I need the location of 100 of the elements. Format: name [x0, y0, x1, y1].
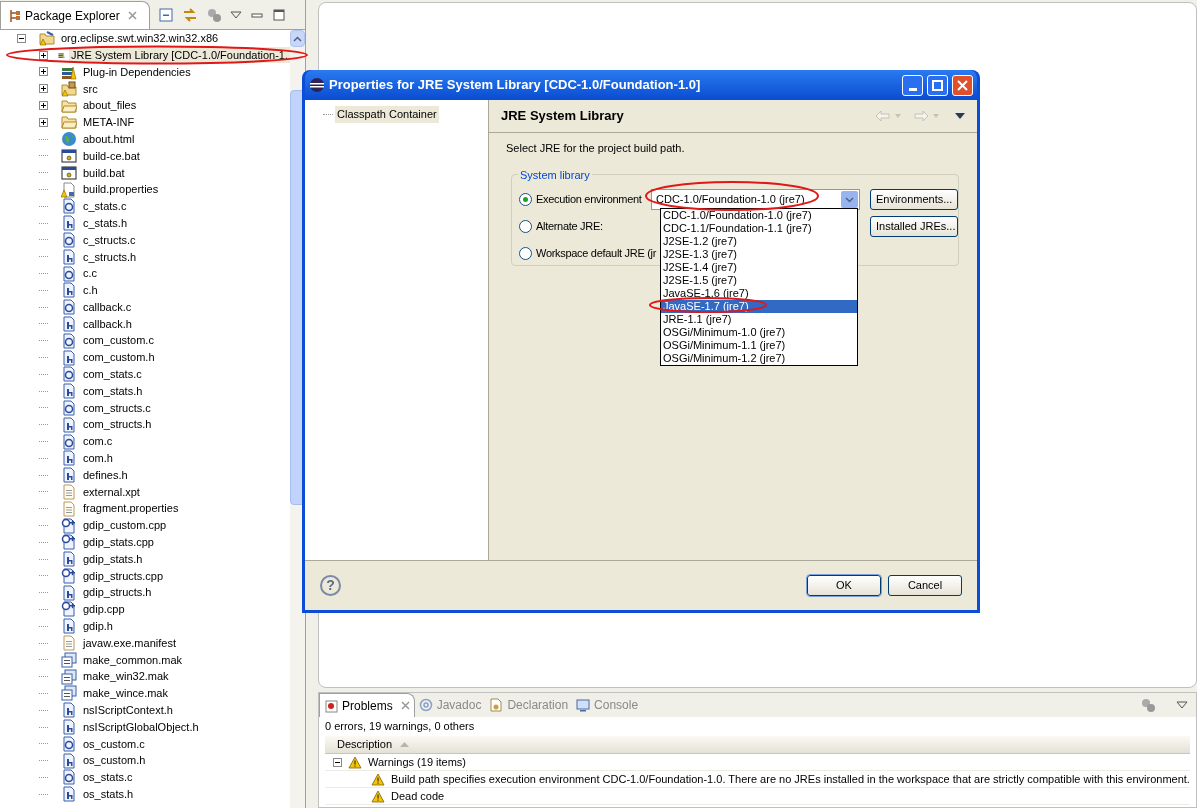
tree-item[interactable]: com.h — [81, 450, 115, 467]
dialog-button[interactable]: Cancel — [888, 575, 962, 596]
maximize-icon[interactable] — [272, 8, 286, 22]
tree-item[interactable]: c.h — [81, 282, 100, 299]
side-button[interactable]: Installed JREs... — [870, 216, 958, 237]
source-file-icon — [61, 299, 77, 316]
monitor-icon — [576, 698, 591, 712]
dropdown-option[interactable]: J2SE-1.5 (jre7) — [661, 274, 857, 287]
collapse-all-icon[interactable] — [158, 7, 174, 23]
tree-item[interactable]: META-INF — [81, 114, 137, 131]
tree-item[interactable]: nsIScriptContext.h — [81, 702, 175, 719]
tree-item[interactable]: gdip_stats.h — [81, 550, 145, 568]
radio-button[interactable] — [519, 247, 532, 260]
tree-item[interactable]: gdip_structs.h — [81, 584, 154, 601]
tree-item[interactable]: make_common.mak — [81, 651, 185, 669]
view-tab[interactable]: Package Explorer — [0, 1, 150, 29]
tree-item[interactable]: com_custom.c — [81, 332, 156, 349]
dropdown-option[interactable]: OSGi/Minimum-1.1 (jre7) — [661, 339, 857, 352]
nav-item[interactable]: Classpath Container — [335, 106, 439, 123]
tree-item[interactable]: defines.h — [81, 466, 130, 484]
tree-item[interactable]: make_win32.mak — [81, 668, 171, 685]
tree-item[interactable]: src — [81, 80, 100, 98]
view-menu-icon[interactable] — [1176, 700, 1188, 710]
tree-item[interactable]: com_structs.h — [81, 416, 154, 433]
expand-toggle[interactable] — [39, 67, 48, 77]
tree-item[interactable]: c_stats.c — [81, 198, 129, 215]
header-file-icon — [61, 416, 77, 433]
dropdown-option[interactable]: CDC-1.0/Foundation-1.0 (jre7) — [661, 209, 857, 222]
source-file-icon — [61, 332, 77, 349]
tree-item[interactable]: c_structs.c — [81, 231, 138, 249]
column-header[interactable]: Description — [337, 736, 393, 753]
expand-toggle[interactable] — [39, 117, 48, 127]
tree-item[interactable]: c_stats.h — [81, 214, 130, 232]
scroll-up-icon[interactable] — [293, 35, 302, 42]
radio-button[interactable] — [519, 220, 532, 233]
dropdown-option[interactable]: OSGi/Minimum-1.0 (jre7) — [661, 326, 857, 339]
header-file-icon — [61, 282, 77, 299]
dropdown-option[interactable]: J2SE-1.4 (jre7) — [661, 261, 857, 274]
expand-toggle[interactable] — [39, 84, 48, 94]
problem-description[interactable]: Dead code — [391, 787, 445, 805]
tree-item[interactable]: com_structs.c — [81, 399, 153, 417]
help-button[interactable]: ? — [320, 575, 341, 596]
expand-toggle[interactable] — [39, 50, 48, 60]
tree-item[interactable]: c_structs.h — [81, 248, 139, 265]
tree-item[interactable]: os_custom.h — [81, 752, 148, 769]
dropdown-option[interactable]: CDC-1.1/Foundation-1.1 (jre7) — [661, 222, 857, 235]
makefile-icon — [61, 668, 77, 685]
tree-item[interactable]: callback.c — [81, 298, 134, 316]
tree-item[interactable]: com_stats.c — [81, 366, 144, 383]
tree-item[interactable]: gdip.h — [81, 618, 115, 635]
tree-item[interactable]: os_custom.c — [81, 735, 147, 753]
tree-item[interactable]: nsIScriptGlobalObject.h — [81, 718, 201, 736]
minimize-button[interactable] — [902, 74, 923, 96]
tree-item[interactable]: gdip_stats.cpp — [81, 534, 156, 551]
group-label: Warnings (19 items) — [368, 754, 466, 770]
tree-item[interactable]: gdip.cpp — [81, 601, 127, 618]
tree-item[interactable]: about_files — [81, 97, 139, 114]
view-menu-icon[interactable] — [230, 10, 242, 20]
tree-item[interactable]: javaw.exe.manifest — [81, 634, 178, 652]
close-icon[interactable] — [400, 701, 410, 710]
view-tab[interactable]: Problems — [319, 693, 415, 717]
tree-item[interactable]: gdip_custom.cpp — [81, 517, 169, 534]
side-button[interactable]: Environments... — [870, 189, 958, 210]
maximize-icon — [932, 79, 943, 91]
source-file-icon — [61, 735, 77, 752]
menu-caret-icon[interactable] — [955, 113, 965, 119]
radio-button[interactable] — [519, 193, 532, 206]
tree-item[interactable]: com_custom.h — [81, 349, 157, 366]
tree-item[interactable]: make_wince.mak — [81, 685, 170, 702]
dropdown-option[interactable]: J2SE-1.2 (jre7) — [661, 235, 857, 248]
tree-item[interactable]: Plug-in Dependencies — [81, 63, 193, 81]
tree-item[interactable]: build-ce.bat — [81, 147, 142, 165]
tree-item[interactable]: build.properties — [81, 181, 161, 198]
tree-item[interactable]: external.xpt — [81, 483, 142, 501]
tree-item[interactable]: com_stats.h — [81, 382, 145, 400]
tree-item[interactable]: build.bat — [81, 164, 127, 181]
dropdown-option[interactable]: J2SE-1.3 (jre7) — [661, 248, 857, 261]
expand-toggle[interactable] — [39, 101, 48, 111]
collapse-toggle[interactable] — [333, 757, 342, 767]
problem-description[interactable]: Build path specifies execution environment CDC-1.0/Foundation-1.0. There are no JREs installed in the workspace that are strictly compatible with this environment. — [391, 770, 1190, 788]
dropdown-option[interactable]: JRE-1.1 (jre7) — [661, 313, 857, 326]
tree-item[interactable]: gdip_structs.cpp — [81, 567, 166, 585]
collapse-toggle[interactable] — [17, 33, 26, 43]
tree-item[interactable]: os_stats.c — [81, 769, 135, 786]
tree-item[interactable]: com.c — [81, 433, 115, 450]
tree-item[interactable]: c.c — [81, 265, 100, 282]
dropdown-option[interactable]: OSGi/Minimum-1.2 (jre7) — [661, 352, 857, 365]
link-arrows-icon[interactable] — [182, 7, 198, 23]
tree-item[interactable]: about.html — [81, 130, 137, 148]
tree-item[interactable]: org.eclipse.swt.win32.win32.x86 — [59, 30, 221, 47]
dropdown-option[interactable]: JavaSE-1.6 (jre7) — [661, 287, 857, 300]
dialog-button[interactable]: OK — [807, 575, 881, 596]
tree-item[interactable]: callback.h — [81, 315, 134, 333]
tree-item[interactable]: os_stats.h — [81, 786, 136, 803]
tree-item[interactable]: fragment.properties — [81, 500, 181, 517]
close-icon[interactable] — [127, 11, 137, 20]
maximize-button[interactable] — [927, 74, 948, 96]
makefile-icon — [61, 685, 77, 702]
close-button[interactable] — [952, 74, 973, 96]
source-file-icon — [61, 433, 77, 450]
